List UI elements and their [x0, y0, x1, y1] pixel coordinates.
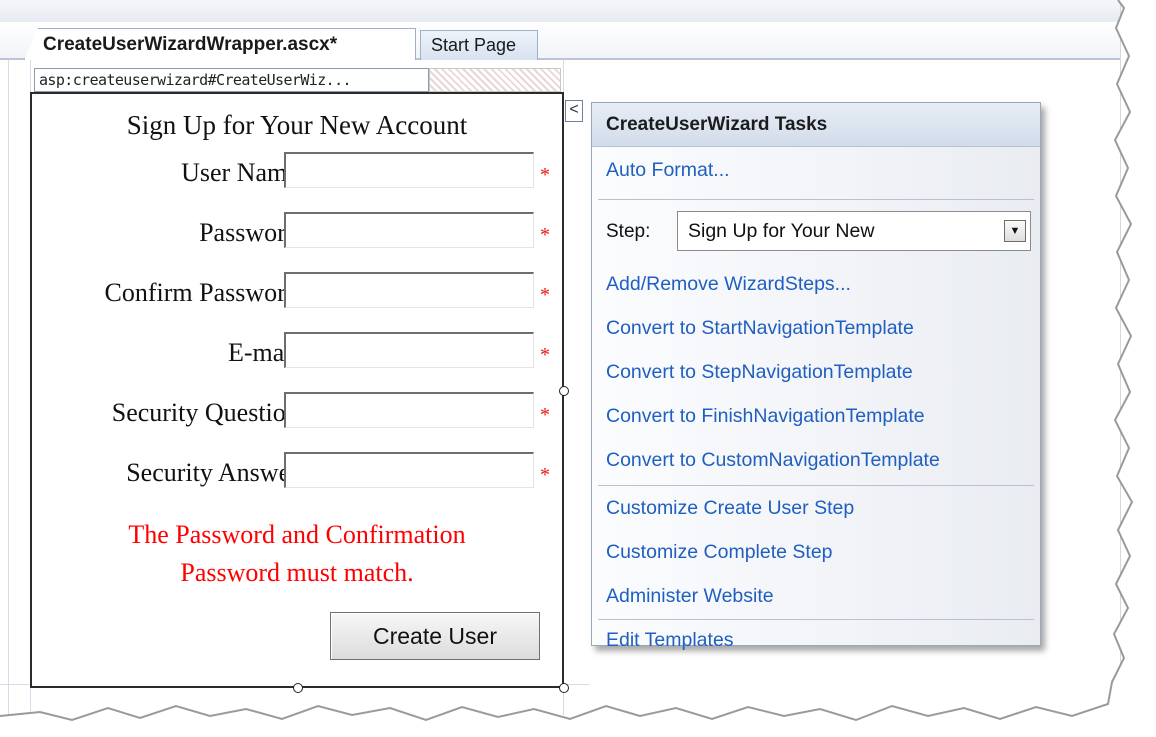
tab-createuserwizardwrapper[interactable]: CreateUserWizardWrapper.ascx* — [24, 28, 416, 60]
torn-edge-border — [0, 0, 1156, 737]
tab-label: CreateUserWizardWrapper.ascx* — [43, 33, 338, 55]
